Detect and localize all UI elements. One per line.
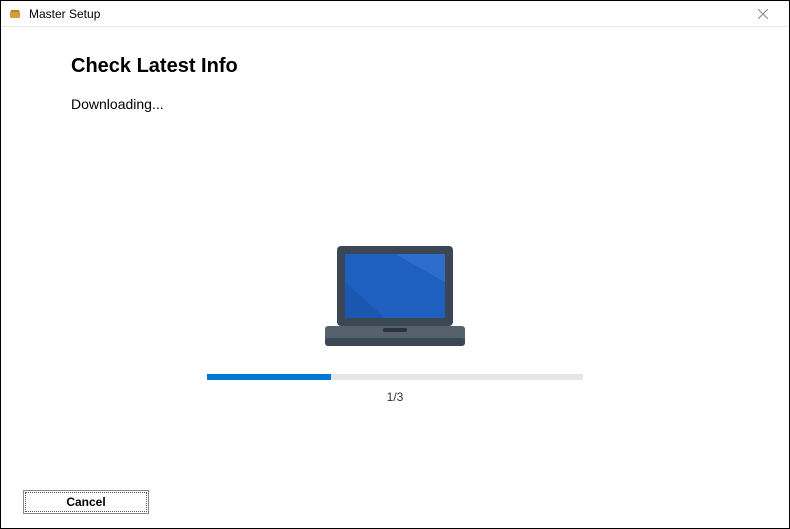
window-title: Master Setup [29,7,743,21]
titlebar: Master Setup [1,1,789,27]
status-text: Downloading... [71,96,719,112]
laptop-icon [315,242,475,354]
app-icon [7,6,23,22]
footer: Cancel [23,490,149,514]
progress-bar [207,374,583,380]
page-heading: Check Latest Info [71,55,719,78]
laptop-illustration [71,242,719,354]
close-button[interactable] [743,2,783,26]
progress-label: 1/3 [387,390,404,404]
progress-fill [207,374,331,380]
content-area: Check Latest Info Downloading... 1/3 [1,27,789,404]
progress-area: 1/3 [71,374,719,404]
cancel-button[interactable]: Cancel [23,490,149,514]
